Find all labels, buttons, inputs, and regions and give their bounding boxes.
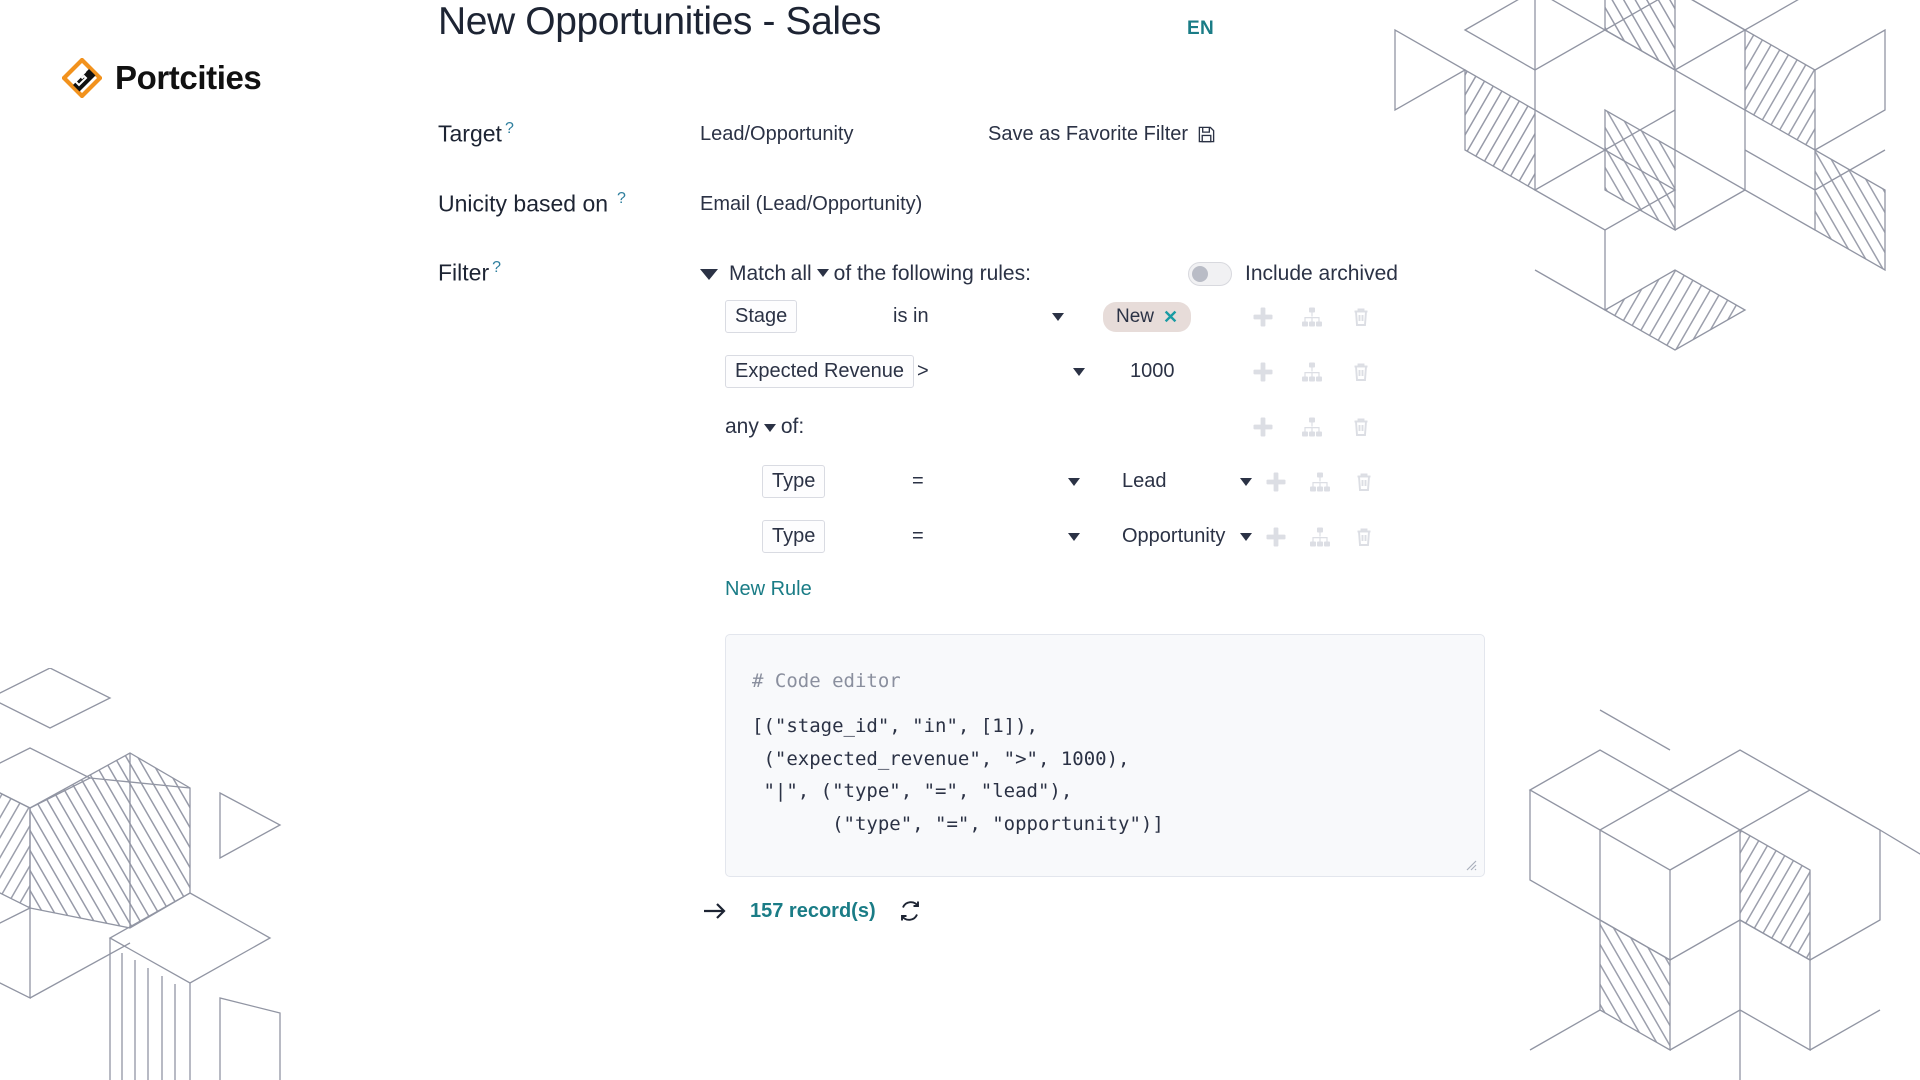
rule-value-caret-icon[interactable] (1240, 532, 1252, 541)
target-row: Target? Lead/Opportunity Save as Favorit… (438, 118, 1498, 148)
rule-value-caret-icon[interactable] (1240, 477, 1252, 486)
rule-operator-expected-revenue[interactable]: > (917, 360, 929, 383)
match-prefix: Match (729, 262, 787, 286)
include-archived-group: Include archived (1188, 259, 1398, 289)
code-editor[interactable]: # Code editor [("stage_id", "in", [1]), (… (725, 634, 1485, 878)
branch-icon[interactable] (1301, 416, 1323, 438)
rule-value-expected-revenue[interactable]: 1000 (1130, 360, 1175, 383)
save-favorite-label: Save as Favorite Filter (988, 123, 1189, 145)
title-row: New Opportunities - Sales EN (438, 0, 1498, 66)
rule-row: Type = Lead (700, 454, 1495, 509)
collapse-tree-caret-icon[interactable] (700, 268, 718, 280)
rule-row: Type = Opportunity (700, 509, 1495, 564)
brand-name: Portcities (115, 59, 262, 96)
filter-label-text: Filter (438, 259, 490, 286)
rule-group-header: any of: (700, 399, 1495, 454)
rule-operator-type-lead[interactable]: = (912, 470, 924, 493)
plus-icon[interactable] (1252, 306, 1274, 328)
page-root: Portcities New Opportunities - Sales EN … (0, 0, 1920, 1080)
match-mode-select[interactable]: all (791, 262, 812, 286)
rule-operator-stage[interactable]: is in (893, 305, 929, 328)
page-title: New Opportunities - Sales (438, 0, 882, 43)
group-mode-wrap: any of: (725, 415, 804, 439)
group-mode-select[interactable]: any (725, 415, 759, 438)
rule-operator-type-opportunity[interactable]: = (912, 525, 924, 548)
save-as-favorite-filter-button[interactable]: Save as Favorite Filter (988, 123, 1216, 146)
include-archived-label: Include archived (1245, 262, 1398, 286)
trash-icon[interactable] (1353, 526, 1375, 548)
rule-operator-caret-icon[interactable] (1068, 532, 1080, 541)
arrow-right-icon[interactable] (702, 901, 728, 921)
rule-field-stage[interactable]: Stage (725, 300, 798, 334)
rule-operator-caret-icon[interactable] (1073, 367, 1085, 376)
trash-icon[interactable] (1350, 416, 1372, 438)
rule-field-type-lead[interactable]: Type (762, 465, 826, 499)
plus-icon[interactable] (1252, 416, 1274, 438)
decorative-isometric-bottom-right (1528, 709, 1920, 1080)
match-mode-caret-icon[interactable] (816, 269, 829, 278)
unicity-value[interactable]: Email (Lead/Opportunity) (700, 188, 922, 216)
save-floppy-icon[interactable] (1197, 125, 1216, 144)
rule-actions (1252, 361, 1372, 383)
rule-actions (1252, 306, 1372, 328)
match-suffix: of the following rules: (833, 262, 1031, 286)
rule-actions (1265, 526, 1375, 548)
brand-logo: Portcities (62, 58, 262, 98)
tag-label: New (1116, 305, 1155, 327)
rule-operator-caret-icon[interactable] (1068, 477, 1080, 486)
group-suffix: of: (780, 414, 805, 438)
branch-icon[interactable] (1301, 306, 1323, 328)
filter-rule-tree: Match all of the following rules: Include… (700, 257, 1495, 923)
rule-value-type-opportunity[interactable]: Opportunity (1122, 525, 1225, 548)
code-editor-content[interactable]: [("stage_id", "in", [1]), ("expected_rev… (752, 715, 1164, 835)
toggle-knob (1192, 266, 1208, 283)
filter-form: New Opportunities - Sales EN Target? Lea… (438, 0, 1498, 923)
branch-icon[interactable] (1309, 471, 1331, 493)
group-mode-caret-icon[interactable] (763, 423, 776, 432)
portcities-logo-icon (62, 58, 102, 98)
trash-icon[interactable] (1350, 361, 1372, 383)
language-badge[interactable]: EN (1187, 18, 1214, 40)
trash-icon[interactable] (1350, 306, 1372, 328)
code-editor-comment: # Code editor (752, 670, 901, 693)
rule-value-tag-new[interactable]: New ✕ (1103, 301, 1192, 332)
branch-icon[interactable] (1309, 526, 1331, 548)
decorative-isometric-bottom-left (0, 668, 282, 1080)
filter-label: Filter? (438, 257, 700, 287)
group-actions (1252, 416, 1372, 438)
unicity-label-text: Unicity based on (438, 190, 609, 217)
tag-remove-icon[interactable]: ✕ (1163, 308, 1178, 326)
rule-value-type-lead[interactable]: Lead (1122, 470, 1167, 493)
filter-help-icon[interactable]: ? (492, 259, 501, 276)
rule-field-expected-revenue[interactable]: Expected Revenue (725, 355, 915, 389)
plus-icon[interactable] (1265, 471, 1287, 493)
branch-icon[interactable] (1301, 361, 1323, 383)
target-help-icon[interactable]: ? (505, 120, 514, 137)
rule-row: Expected Revenue > 1000 (700, 344, 1495, 399)
plus-icon[interactable] (1252, 361, 1274, 383)
match-mode-row: Match all of the following rules: Include… (700, 259, 1495, 289)
rule-actions (1265, 471, 1375, 493)
resize-handle[interactable] (1462, 856, 1477, 871)
rule-operator-caret-icon[interactable] (1052, 312, 1064, 321)
target-label-text: Target (438, 120, 502, 147)
unicity-help-icon[interactable]: ? (617, 190, 626, 207)
new-rule-button[interactable]: New Rule (725, 578, 812, 601)
unicity-label: Unicity based on? (438, 188, 700, 218)
include-archived-toggle[interactable] (1188, 262, 1232, 287)
plus-icon[interactable] (1265, 526, 1287, 548)
unicity-row: Unicity based on? Email (Lead/Opportunit… (438, 188, 1498, 218)
rule-row: Stage is in New ✕ (700, 289, 1495, 344)
target-label: Target? (438, 118, 700, 148)
filter-row: Filter? Match all of the following rules:… (438, 257, 1498, 923)
rule-field-type-opportunity[interactable]: Type (762, 520, 826, 554)
target-value[interactable]: Lead/Opportunity (700, 118, 853, 146)
trash-icon[interactable] (1353, 471, 1375, 493)
